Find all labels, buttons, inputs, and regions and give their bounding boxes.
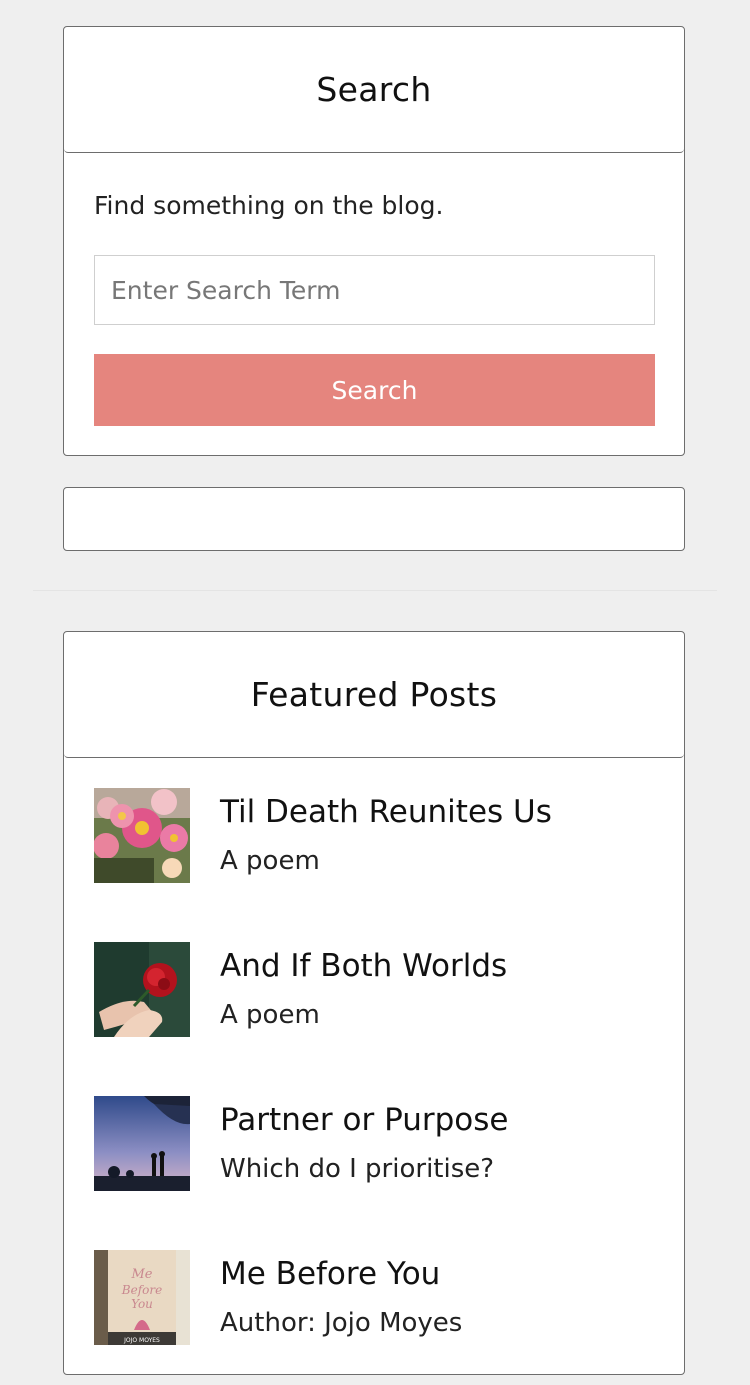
book-cover-title-line3: You [131,1297,153,1311]
featured-post-item[interactable]: And If Both Worlds A poem [94,942,654,1038]
post-subtitle: A poem [220,846,320,876]
search-input[interactable] [94,255,655,325]
book-cover-thumbnail[interactable]: Me Before You JOJO MOYES [94,1250,190,1345]
post-subtitle: A poem [220,1000,320,1030]
page: Search Find something on the blog. Searc… [0,0,750,1385]
book-cover-author: JOJO MOYES [123,1337,160,1344]
search-widget: Search Find something on the blog. Searc… [63,26,685,456]
post-subtitle: Author: Jojo Moyes [220,1308,463,1338]
pink-flowers-thumbnail[interactable] [94,788,190,883]
post-title[interactable]: And If Both Worlds [220,948,507,984]
featured-post-item[interactable]: Me Before You JOJO MOYES Me Before You A… [94,1250,654,1346]
search-widget-header: Search [64,27,684,153]
post-title[interactable]: Me Before You [220,1256,440,1292]
featured-posts-title: Featured Posts [250,675,498,714]
post-subtitle: Which do I prioritise? [220,1154,495,1184]
book-cover-title-line1: Me [130,1267,152,1282]
featured-posts-widget: Featured Posts Til Death Reunites Us A p… [63,631,685,1375]
featured-post-item[interactable]: Partner or Purpose Which do I prioritise… [94,1096,654,1192]
post-title[interactable]: Til Death Reunites Us [220,794,552,830]
red-rose-hands-thumbnail[interactable] [94,942,190,1037]
post-title[interactable]: Partner or Purpose [220,1102,509,1138]
book-cover-title-line2: Before [121,1283,162,1297]
empty-widget [63,487,685,551]
featured-posts-header: Featured Posts [64,632,684,758]
search-description: Find something on the blog. [94,191,444,220]
featured-post-item[interactable]: Til Death Reunites Us A poem [94,788,654,884]
sunset-silhouette-thumbnail[interactable] [94,1096,190,1191]
section-divider [33,590,717,591]
search-button[interactable]: Search [94,354,655,426]
search-widget-title: Search [316,70,432,109]
